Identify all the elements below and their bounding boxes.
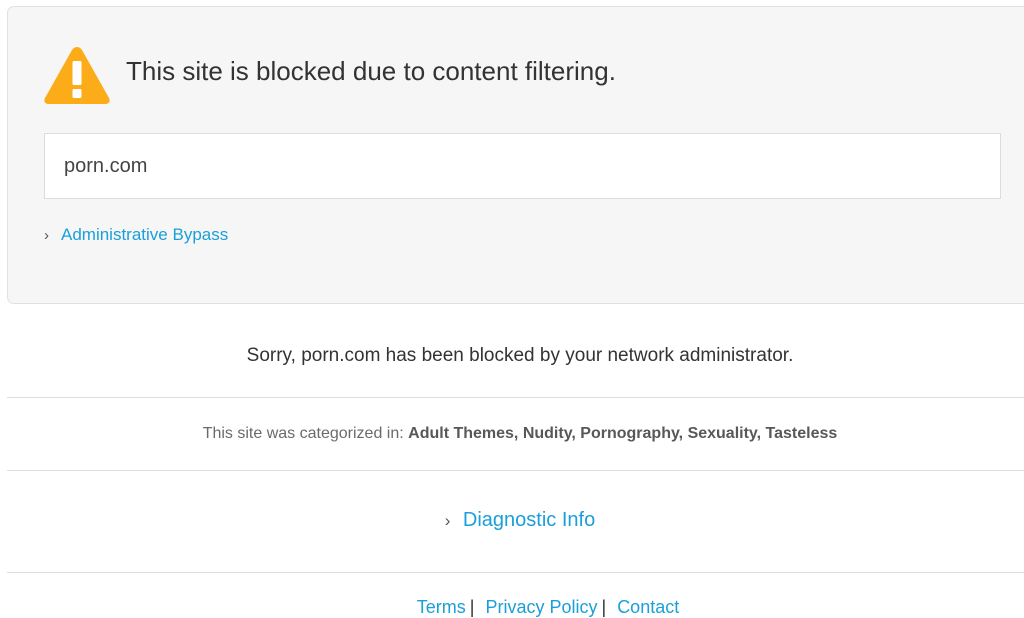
chevron-right-icon: › [44, 226, 49, 244]
blocked-domain-field: porn.com [44, 133, 1001, 199]
block-page: This site is blocked due to content filt… [0, 0, 1024, 618]
category-list: Adult Themes, Nudity, Pornography, Sexua… [408, 425, 838, 442]
category-prefix: This site was categorized in: [202, 425, 404, 442]
divider [7, 572, 1024, 573]
divider [7, 470, 1024, 471]
chevron-right-icon: › [444, 511, 451, 530]
category-line: This site was categorized in: Adult Them… [0, 425, 1024, 443]
diagnostic-info-link[interactable]: Diagnostic Info [463, 509, 595, 531]
blocked-message: Sorry, porn.com has been blocked by your… [246, 345, 794, 366]
terms-link[interactable]: Terms [417, 597, 466, 617]
footer-separator: | [601, 597, 607, 617]
contact-link[interactable]: Contact [617, 597, 679, 617]
block-panel: This site is blocked due to content filt… [7, 6, 1024, 304]
divider [7, 397, 1024, 398]
privacy-policy-link[interactable]: Privacy Policy [485, 597, 597, 617]
administrative-bypass-toggle[interactable]: › Administrative Bypass [44, 225, 228, 245]
diagnostic-info-toggle[interactable]: › Diagnostic Info [0, 509, 1024, 532]
footer-separator: | [469, 597, 475, 617]
warning-triangle-icon [44, 47, 110, 104]
block-headline: This site is blocked due to content filt… [126, 56, 616, 86]
blocked-domain-text: porn.com [64, 155, 148, 177]
footer-links: Terms | Privacy Policy | Contact [0, 597, 1024, 618]
administrative-bypass-link[interactable]: Administrative Bypass [61, 225, 228, 245]
